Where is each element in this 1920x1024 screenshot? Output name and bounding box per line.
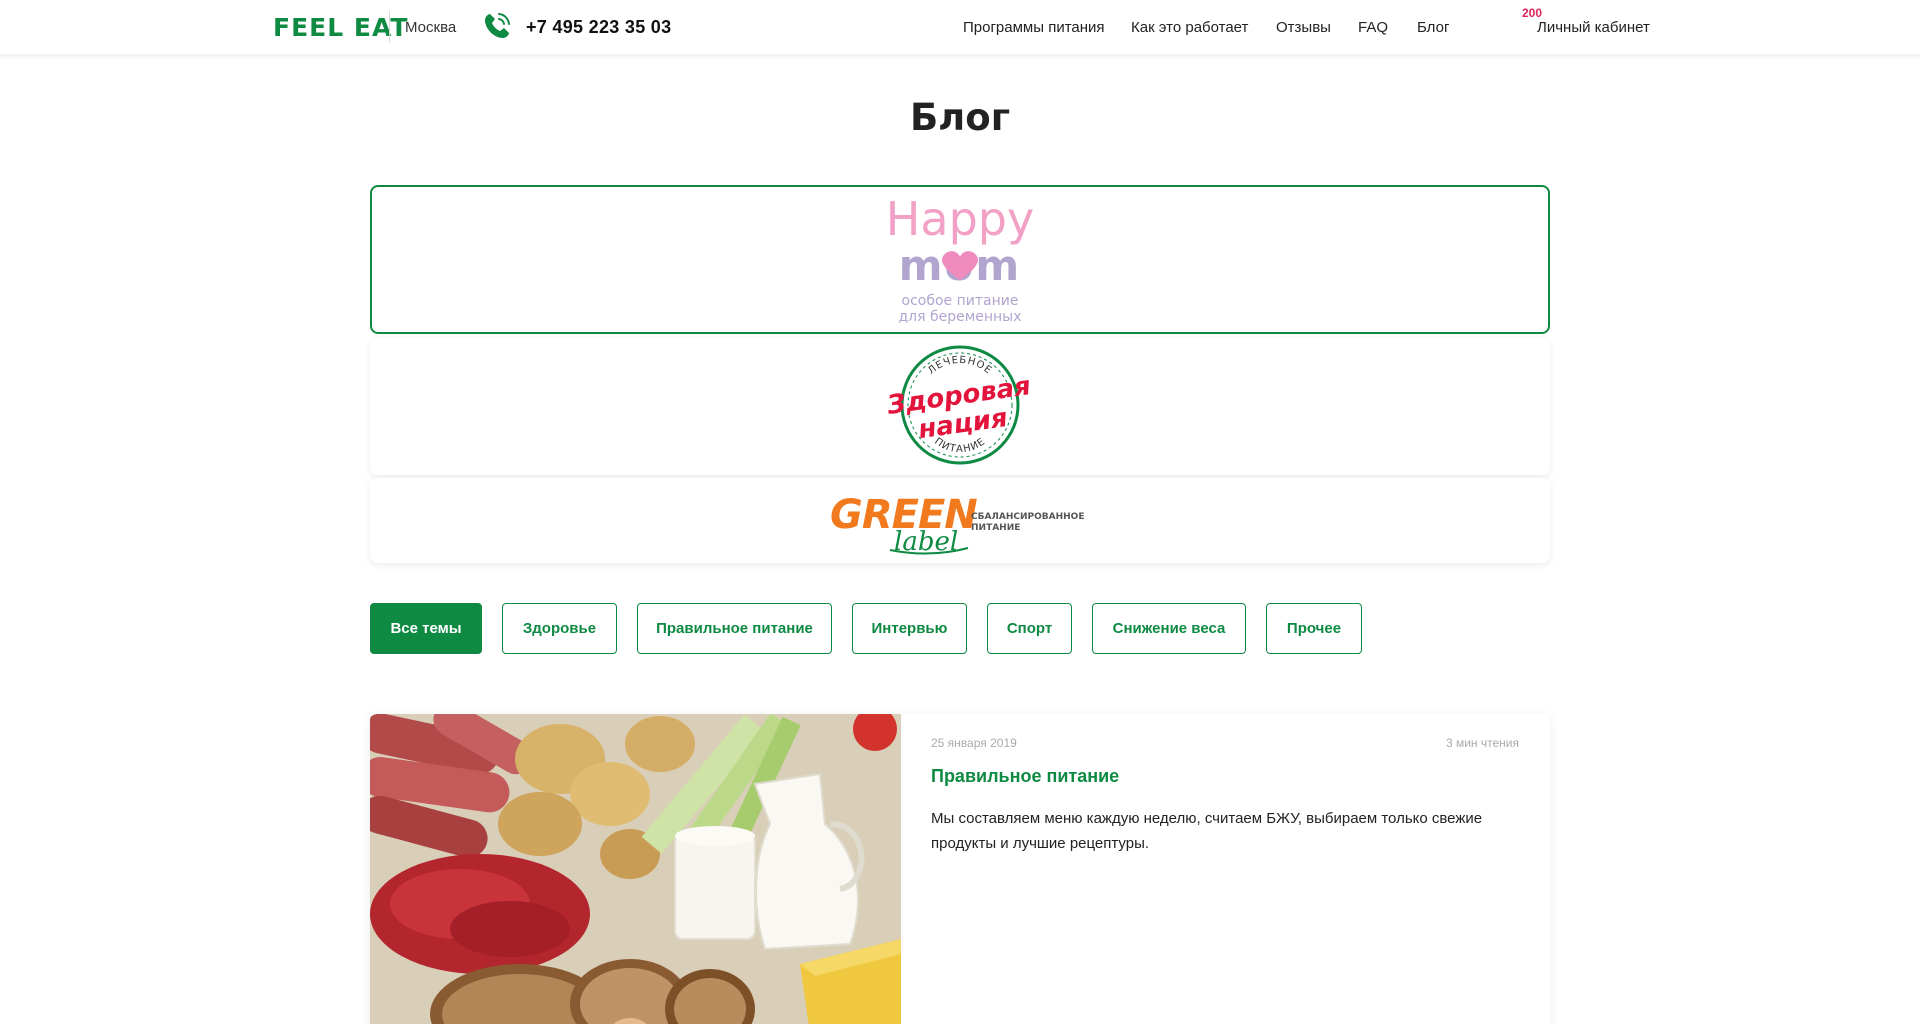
nav-programs[interactable]: Программы питания [963,19,1105,36]
article-card[interactable]: 25 января 2019 3 мин чтения Правильное п… [370,714,1550,1024]
happy-mom-sub2: для беременных [898,309,1021,325]
topic-other[interactable]: Прочее [1266,603,1362,654]
green-sub1: СБАЛАНСИРОВАННОЕ [971,512,1084,522]
top-header: FEEL EAT Москва +7 495 223 35 03 Програм… [0,0,1920,54]
article-excerpt: Мы составляем меню каждую неделю, считае… [931,810,1483,852]
nav-faq[interactable]: FAQ [1358,19,1388,36]
article-read-time: 3 мин чтения [1445,736,1519,750]
green-label-logo: GREEN label СБАЛАНСИРОВАННОЕ ПИТАНИЕ [830,492,1084,557]
phone-icon [485,13,510,38]
partner-green-label[interactable]: GREEN label СБАЛАНСИРОВАННОЕ ПИТАНИЕ [370,478,1550,563]
nav-blog[interactable]: Блог [1417,19,1449,36]
nav-how-it-works[interactable]: Как это работает [1131,19,1248,36]
page-title: Блог [909,96,1011,139]
partner-healthy-nation[interactable]: ЛЕЧЕБНОЕ ПИТАНИЕ Здоровая нация [370,338,1550,475]
happy-mom-line1: Happy [886,192,1034,246]
green-sub2: ПИТАНИЕ [971,523,1020,533]
nav-reviews[interactable]: Отзывы [1276,19,1331,36]
topic-weight-loss[interactable]: Снижение веса [1092,603,1246,654]
account-link[interactable]: Личный кабинет [1537,19,1650,36]
city-selector[interactable]: Москва [405,19,456,36]
happy-mom-sub1: особое питание [902,293,1019,309]
partner-happy-mom[interactable]: Happy mom особое питание для беременных [370,185,1550,334]
topic-interview[interactable]: Интервью [852,603,967,654]
logo-divider [389,11,390,43]
topic-health[interactable]: Здоровье [502,603,617,654]
article-date: 25 января 2019 [931,736,1017,750]
happy-mom-logo: Happy mom особое питание для беременных [886,192,1034,325]
healthy-nation-logo: ЛЕЧЕБНОЕ ПИТАНИЕ Здоровая нация [884,345,1033,465]
article-title[interactable]: Правильное питание [931,766,1119,787]
cart-count-badge: 200 [1522,6,1543,20]
topic-all[interactable]: Все темы [370,603,482,654]
article-image[interactable] [370,714,901,1024]
topic-proper-nutrition[interactable]: Правильное питание [637,603,832,654]
topic-sport[interactable]: Спорт [987,603,1072,654]
phone-number[interactable]: +7 495 223 35 03 [526,17,671,38]
